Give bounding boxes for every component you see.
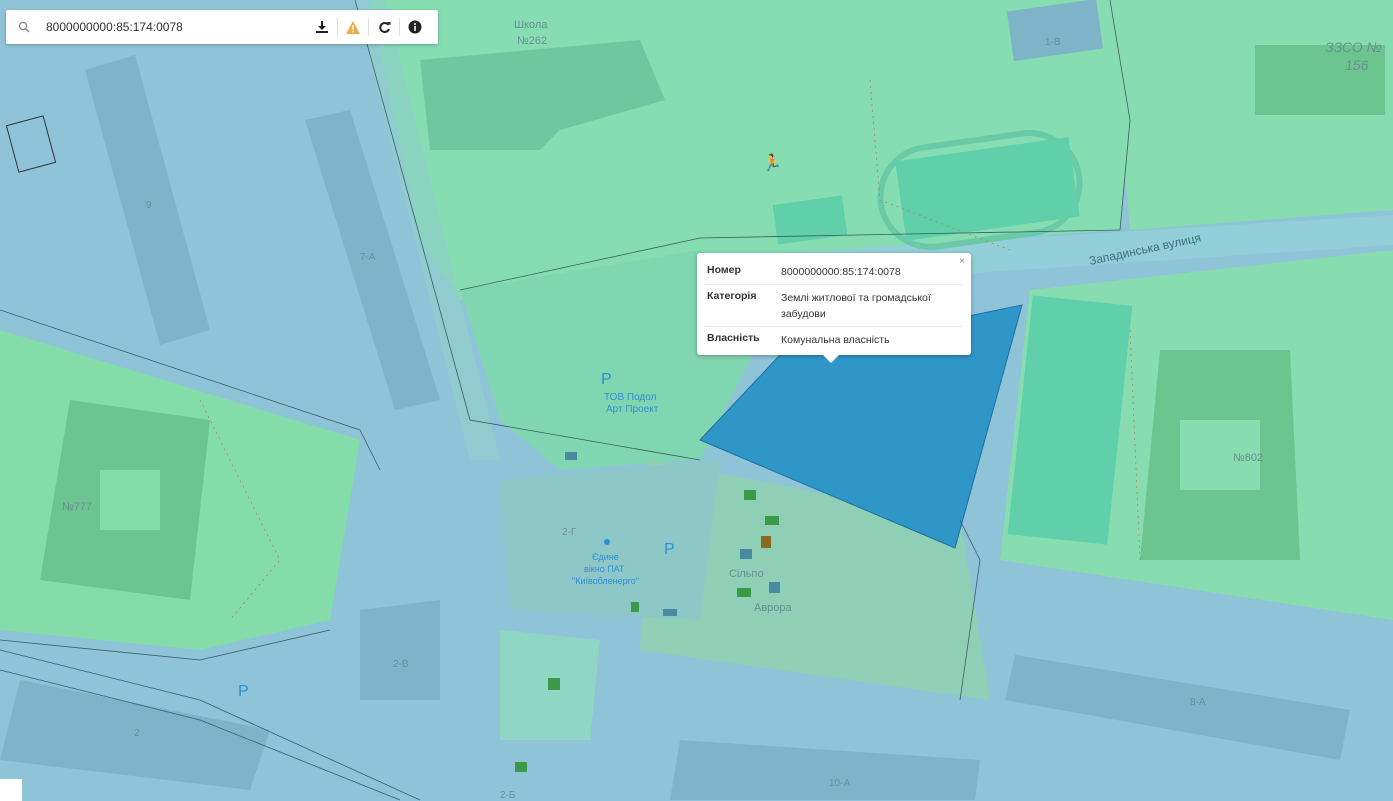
playground-icon[interactable]	[548, 678, 560, 690]
search-input[interactable]	[44, 19, 288, 35]
pharmacy-icon[interactable]	[761, 536, 771, 548]
popup-value: Землі житлової та громадської забудови	[781, 292, 931, 320]
map-label-school: Школа	[514, 19, 548, 31]
download-icon[interactable]	[307, 10, 337, 44]
plaza-parcel[interactable]	[500, 460, 720, 620]
map-label-zzso: ЗЗСО №	[1325, 39, 1382, 55]
refresh-icon[interactable]	[369, 10, 399, 44]
shop-label-silpo: Сільпо	[729, 568, 764, 580]
house-number: 1-В	[1045, 37, 1061, 48]
poi-label-3: "Київобленерго"	[572, 576, 639, 586]
popup-row-number: Номер 8000000000:85:174:0078	[705, 259, 963, 285]
house-number: 10-А	[829, 778, 850, 789]
building	[360, 600, 440, 700]
courtyard	[100, 470, 160, 530]
atm-icon[interactable]	[737, 588, 751, 597]
cadastral-map[interactable]: Школа №262 ЗЗСО № 156 Западинська вулиця…	[0, 0, 1393, 801]
parking-label-2: Арт Проект	[606, 404, 659, 415]
parking-symbol: P	[601, 371, 612, 388]
poi-dot[interactable]	[604, 539, 610, 545]
library-icon[interactable]	[515, 762, 527, 772]
map-label-school-num: №262	[517, 35, 547, 47]
map-label-zzso-num: 156	[1345, 57, 1369, 73]
house-number: 7-А	[360, 252, 376, 263]
popup-key: Власність	[707, 332, 760, 344]
poi-label: Єдине	[592, 552, 619, 562]
popup-value: 8000000000:85:174:0078	[781, 266, 901, 278]
house-number: 2	[134, 728, 140, 739]
parking-label: ТОВ Подол	[604, 392, 657, 403]
parking-symbol-3: P	[238, 683, 249, 700]
house-number: 2-В	[393, 659, 409, 670]
info-icon[interactable]	[400, 10, 430, 44]
shop-cart-icon[interactable]	[740, 549, 752, 559]
popup-value: Комунальна власність	[781, 334, 890, 346]
popup-row-category: Категорія Землі житлової та громадської …	[705, 285, 963, 327]
label-777: №777	[62, 501, 92, 513]
popup-row-ownership: Власність Комунальна власність	[705, 327, 963, 352]
trash-icon-2[interactable]	[631, 602, 639, 612]
trash-icon[interactable]	[744, 490, 756, 500]
store-icon[interactable]	[769, 582, 780, 593]
parking-symbol-2: P	[664, 541, 675, 558]
sport-icon[interactable]: 🏃	[762, 153, 782, 172]
map-control-button[interactable]	[0, 779, 22, 801]
poi-label-2: вікно ПАТ	[584, 564, 625, 574]
house-number: 2-Г	[562, 527, 577, 538]
search-icon[interactable]	[18, 21, 38, 33]
popup-key: Номер	[707, 264, 741, 276]
house-number: 9	[146, 200, 152, 211]
search-toolbar	[6, 10, 438, 44]
house-number: 2-Б	[500, 790, 516, 801]
bench-icon[interactable]	[565, 452, 577, 460]
shop-label-avrora: Аврора	[754, 602, 793, 614]
house-number: 8-А	[1190, 697, 1206, 708]
parcel-info-popup: × Номер 8000000000:85:174:0078 Категорія…	[697, 253, 971, 363]
zzso-156-building	[1255, 45, 1385, 115]
label-802: №802	[1233, 452, 1263, 464]
close-icon[interactable]: ×	[959, 256, 965, 267]
warning-icon[interactable]	[338, 10, 368, 44]
popup-key: Категорія	[707, 290, 757, 302]
mail-icon[interactable]	[765, 516, 779, 525]
bus-stop-icon[interactable]	[663, 609, 677, 616]
